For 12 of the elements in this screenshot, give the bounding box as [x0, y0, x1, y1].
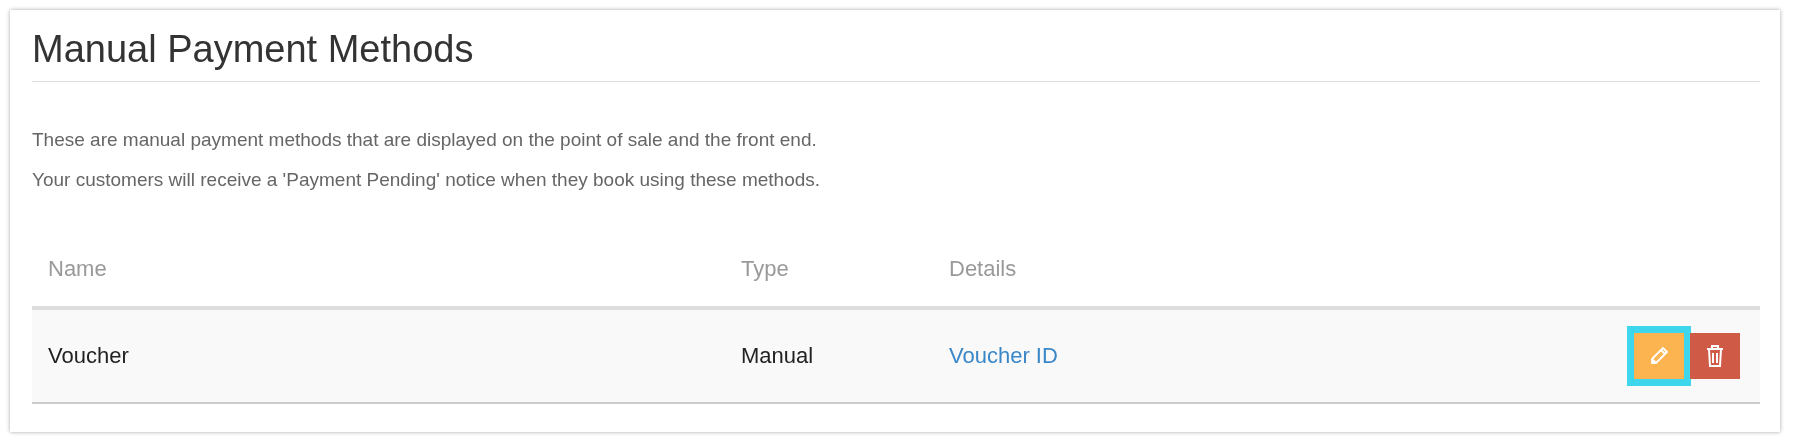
description-text: These are manual payment methods that are displayed on the point of sale and the front end. [32, 128, 818, 152]
column-header: Name [47, 256, 108, 282]
delete-button[interactable] [1690, 333, 1740, 379]
page-title: Manual Payment Methods [32, 28, 1760, 82]
pencil-icon [1648, 345, 1670, 367]
table-cell-text: Manual [741, 343, 815, 369]
details-link[interactable]: Voucher ID [949, 343, 1058, 368]
column-header: Details [949, 256, 1018, 282]
description-text: Your customers will receive a 'Payment Pending' notice when they book using these methods. [32, 168, 822, 192]
table-cell-text: Voucher [47, 343, 130, 369]
trash-icon [1705, 344, 1725, 368]
column-header: Type [741, 256, 790, 282]
